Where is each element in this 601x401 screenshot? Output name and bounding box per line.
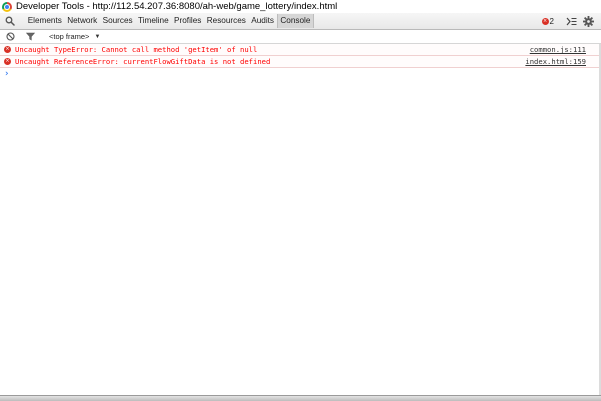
error-icon: × xyxy=(541,17,549,25)
chrome-app-icon xyxy=(2,1,12,12)
tab-console[interactable]: Console xyxy=(276,14,315,28)
frame-selector[interactable]: <top frame> ▼ xyxy=(49,32,100,41)
filter-icon[interactable] xyxy=(23,30,37,44)
error-icon: × xyxy=(4,46,11,53)
console-message-text: Uncaught TypeError: Cannot call method '… xyxy=(15,45,258,54)
tab-elements[interactable]: Elements xyxy=(25,13,65,29)
console-prompt[interactable]: › xyxy=(0,68,601,80)
devtools-toolbar: Elements Network Sources Timeline Profil… xyxy=(0,13,601,30)
toolbar-right-group: × 2 xyxy=(541,13,595,29)
console-messages: × Uncaught TypeError: Cannot call method… xyxy=(0,44,601,80)
error-icon: × xyxy=(4,58,11,65)
frame-selector-value: <top frame> xyxy=(49,32,90,41)
tab-network[interactable]: Network xyxy=(65,13,100,29)
clear-console-icon[interactable] xyxy=(3,30,17,44)
source-link[interactable]: index.html:159 xyxy=(525,56,586,67)
tab-profiles[interactable]: Profiles xyxy=(171,13,204,29)
error-count-value: 2 xyxy=(549,16,554,26)
prompt-chevron-icon: › xyxy=(4,69,10,79)
tab-sources[interactable]: Sources xyxy=(100,13,135,29)
title-bar[interactable]: Developer Tools - http://112.54.207.36:8… xyxy=(0,0,601,13)
console-filter-bar: <top frame> ▼ xyxy=(0,30,601,44)
tab-audits[interactable]: Audits xyxy=(249,13,277,29)
tab-timeline[interactable]: Timeline xyxy=(135,13,171,29)
source-link[interactable]: common.js:111 xyxy=(530,44,586,55)
console-message-error: × Uncaught TypeError: Cannot call method… xyxy=(0,44,601,56)
panel-tabs: Elements Network Sources Timeline Profil… xyxy=(25,13,315,29)
tab-resources[interactable]: Resources xyxy=(204,13,249,29)
window-bottom-edge xyxy=(0,395,601,401)
search-icon[interactable] xyxy=(2,13,18,29)
error-count-button[interactable]: × 2 xyxy=(541,16,554,26)
show-drawer-icon[interactable] xyxy=(564,14,578,28)
console-message-text: Uncaught ReferenceError: currentFlowGift… xyxy=(15,57,271,66)
gear-icon[interactable] xyxy=(581,14,595,28)
chevron-down-icon: ▼ xyxy=(94,33,101,40)
window-title: Developer Tools - http://112.54.207.36:8… xyxy=(16,1,338,12)
console-message-error: × Uncaught ReferenceError: currentFlowGi… xyxy=(0,56,601,68)
devtools-window: Developer Tools - http://112.54.207.36:8… xyxy=(0,0,601,401)
